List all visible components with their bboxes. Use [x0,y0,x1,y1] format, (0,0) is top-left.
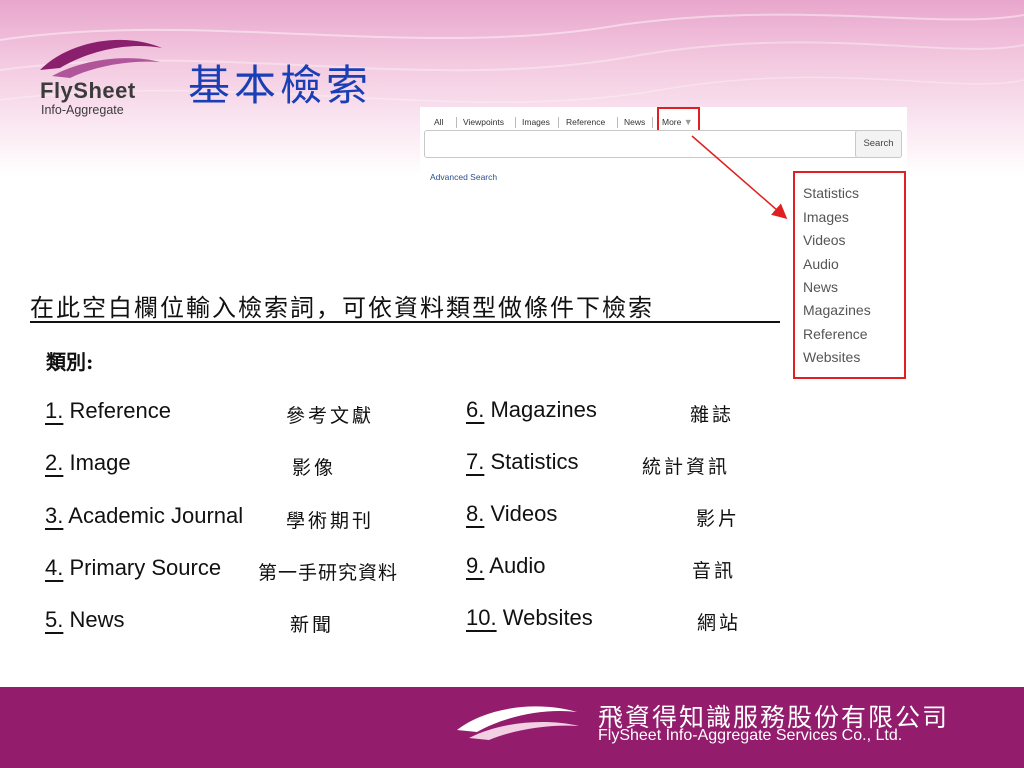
category-item: 8. Videos [466,501,558,526]
tab-news[interactable]: News [624,117,645,127]
flysheet-logo: FlySheet Info-Aggregate [30,30,170,120]
tab-all[interactable]: All [434,117,443,127]
advanced-search-link[interactable]: Advanced Search [430,172,497,182]
instruction-underline [30,321,780,323]
category-zh: 第一手研究資料 [258,562,399,584]
search-input[interactable] [424,130,859,158]
footer-company-en: FlySheet Info-Aggregate Services Co., Lt… [598,727,903,744]
tab-images[interactable]: Images [522,117,550,127]
category-item: 4. Primary Source [45,555,222,580]
category-item: 9. Audio [466,553,546,578]
category-item: 7. Statistics [466,449,579,474]
category-heading: 類別: [46,350,94,374]
category-item: 2. Image [45,450,131,475]
dropdown-item-reference[interactable]: Reference [803,326,868,342]
category-item: 6. Magazines [466,397,597,422]
dropdown-item-websites[interactable]: Websites [803,349,860,365]
dropdown-item-videos[interactable]: Videos [803,232,846,248]
category-zh: 雜誌 [690,404,735,426]
dropdown-item-statistics[interactable]: Statistics [803,185,859,201]
search-button[interactable]: Search [855,130,902,158]
category-zh: 影像 [292,457,337,479]
category-item: 3. Academic Journal [45,503,244,528]
wing-logo-icon [40,39,162,78]
category-item: 10. Websites [466,605,593,630]
footer-wing-logo-icon [457,706,579,740]
tab-viewpoints[interactable]: Viewpoints [463,117,504,127]
dropdown-item-audio[interactable]: Audio [803,256,839,272]
tab-reference[interactable]: Reference [566,117,605,127]
category-zh: 參考文獻 [286,405,375,427]
category-zh: 網站 [697,612,742,634]
category-zh: 影片 [696,508,741,530]
dropdown-item-magazines[interactable]: Magazines [803,302,871,318]
category-item: 5. News [45,607,125,632]
dropdown-item-images[interactable]: Images [803,209,849,225]
category-zh: 新聞 [290,614,335,636]
category-zh: 學術期刊 [286,510,375,532]
logo-subtitle: Info-Aggregate [41,103,124,117]
category-zh: 音訊 [692,560,737,582]
more-dropdown: Statistics Images Videos Audio News Maga… [793,171,906,379]
category-item: 1. Reference [45,398,171,423]
instruction-text: 在此空白欄位輸入檢索詞，可依資料類型做條件下檢索 [30,294,654,322]
logo-name: FlySheet [40,78,136,103]
category-zh: 統計資訊 [642,456,731,478]
dropdown-item-news[interactable]: News [803,279,838,295]
page-title: 基本檢索 [188,61,373,110]
